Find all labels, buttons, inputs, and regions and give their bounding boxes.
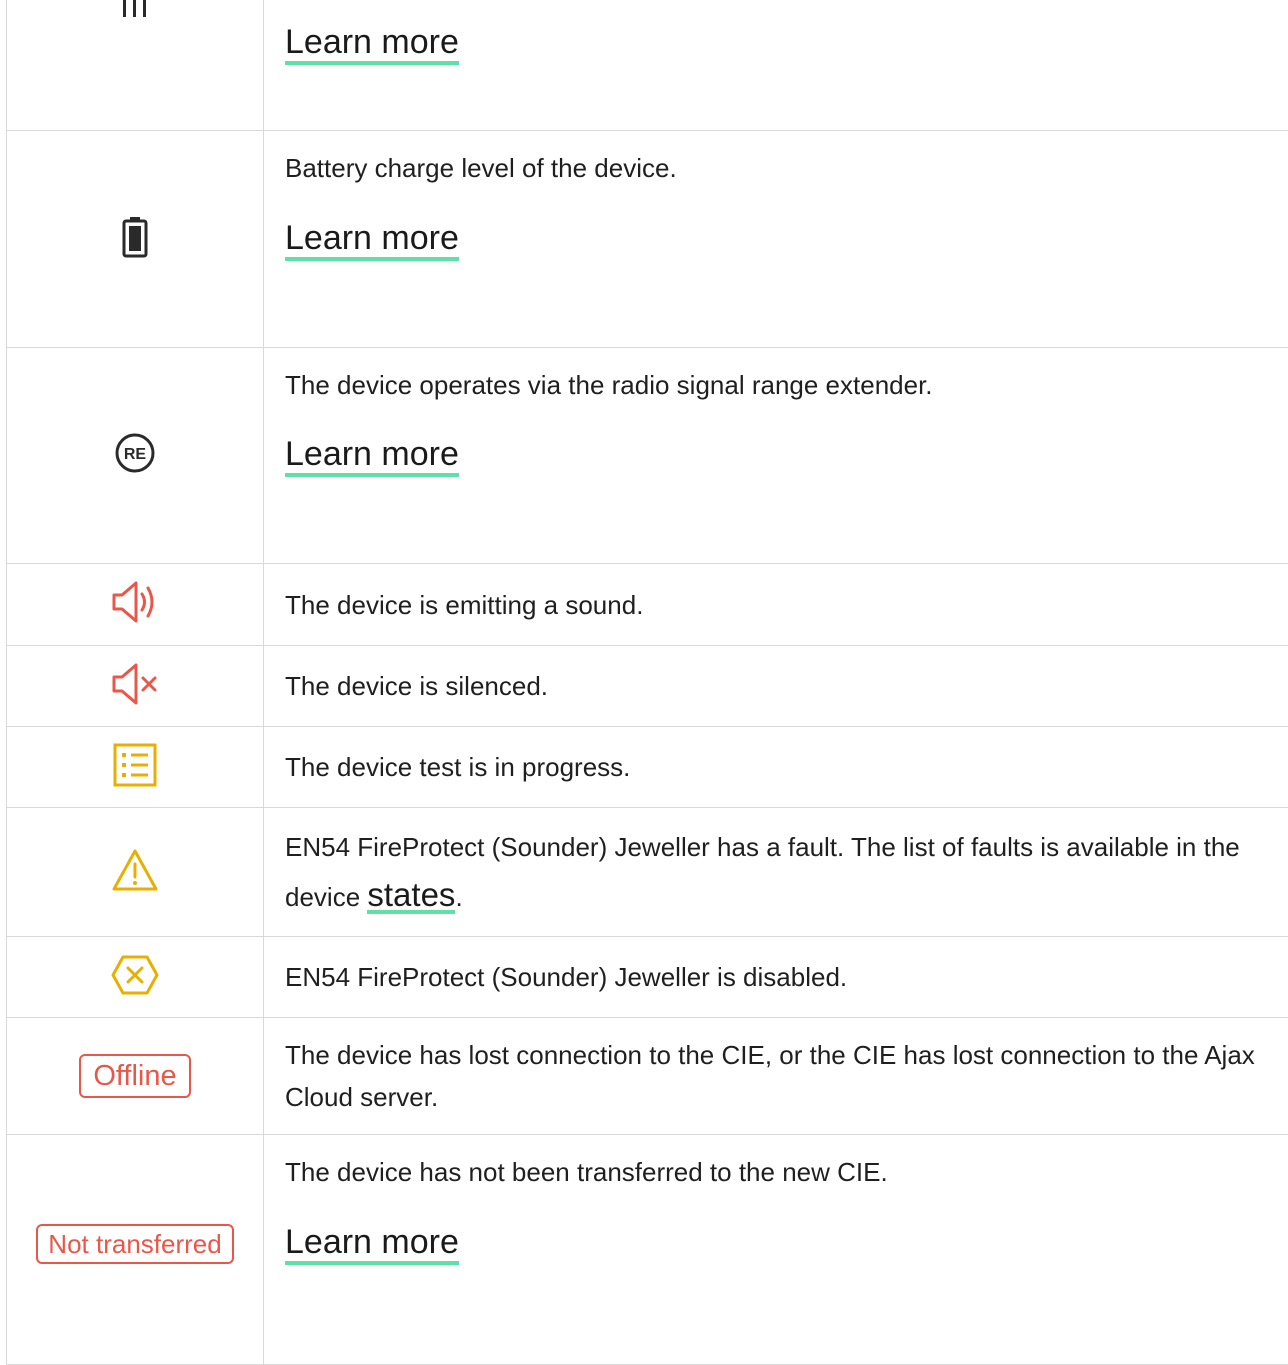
description-text: The device operates via the radio signal… — [285, 364, 1275, 406]
table-row: Not transferred The device has not been … — [7, 1135, 1288, 1365]
table-row: Offline The device has lost connection t… — [7, 1018, 1288, 1135]
icon-cell: Offline — [7, 1018, 264, 1135]
table-row: Battery charge level of the device. Lear… — [7, 131, 1288, 348]
icon-cell — [7, 808, 264, 937]
learn-more-link[interactable]: Learn more — [285, 1223, 459, 1265]
disabled-octagon-icon — [110, 950, 160, 1005]
learn-more-link[interactable]: Learn more — [285, 23, 459, 65]
description-text: The device test is in progress. — [285, 746, 1275, 788]
description-text: EN54 FireProtect (Sounder) Jeweller is d… — [285, 956, 1275, 998]
table-row: RE The device operates via the radio sig… — [7, 348, 1288, 564]
table-row: The device is silenced. — [7, 646, 1288, 727]
icon-cell — [7, 564, 264, 646]
description-cell: The device has not been transferred to t… — [264, 1135, 1288, 1365]
description-cell: EN54 FireProtect (Sounder) Jeweller is d… — [264, 937, 1288, 1018]
description-text: Battery charge level of the device. — [285, 147, 1275, 189]
icon-cell — [7, 646, 264, 727]
not-transferred-badge: Not transferred — [36, 1224, 233, 1264]
description-text: The device has lost connection to the CI… — [285, 1034, 1275, 1118]
speaker-muted-icon — [110, 661, 160, 712]
description-cell: The device is emitting a sound. — [264, 564, 1288, 646]
description-text: EN54 FireProtect (Sounder) Jeweller has … — [285, 822, 1275, 922]
table-row: The device is emitting a sound. — [7, 564, 1288, 646]
description-cell: The device test is in progress. — [264, 727, 1288, 808]
states-link[interactable]: states — [367, 880, 455, 914]
description-cell: Learn more — [264, 0, 1288, 131]
table-row: EN54 FireProtect (Sounder) Jeweller is d… — [7, 937, 1288, 1018]
icon-cell — [7, 937, 264, 1018]
speaker-sound-icon — [110, 579, 160, 630]
icon-cell: RE — [7, 348, 264, 564]
warning-triangle-icon — [111, 848, 159, 897]
description-text: The device has not been transferred to t… — [285, 1151, 1275, 1193]
icon-cell: Not transferred — [7, 1135, 264, 1365]
device-status-icons-table: Learn more Battery charge level of the d… — [6, 0, 1288, 1365]
description-cell: The device operates via the radio signal… — [264, 348, 1288, 564]
range-extender-icon: RE — [114, 432, 156, 479]
description-text: The device is silenced. — [285, 665, 1275, 707]
learn-more-link[interactable]: Learn more — [285, 219, 459, 261]
description-cell: The device has lost connection to the CI… — [264, 1018, 1288, 1135]
offline-badge: Offline — [79, 1054, 190, 1098]
description-cell: The device is silenced. — [264, 646, 1288, 727]
learn-more-link[interactable]: Learn more — [285, 435, 459, 477]
icon-cell — [7, 131, 264, 348]
description-cell: Battery charge level of the device. Lear… — [264, 131, 1288, 348]
table-row: The device test is in progress. — [7, 727, 1288, 808]
svg-text:RE: RE — [124, 446, 147, 463]
description-text: The device is emitting a sound. — [285, 584, 1275, 626]
description-text-after-link: . — [455, 882, 462, 912]
description-cell: EN54 FireProtect (Sounder) Jeweller has … — [264, 808, 1288, 937]
table-row: Learn more — [7, 0, 1288, 131]
battery-icon — [121, 216, 149, 263]
icon-cell — [7, 0, 264, 131]
icon-cell — [7, 727, 264, 808]
test-list-icon — [112, 742, 158, 793]
table-row: EN54 FireProtect (Sounder) Jeweller has … — [7, 808, 1288, 937]
signal-strength-icon — [115, 0, 155, 26]
